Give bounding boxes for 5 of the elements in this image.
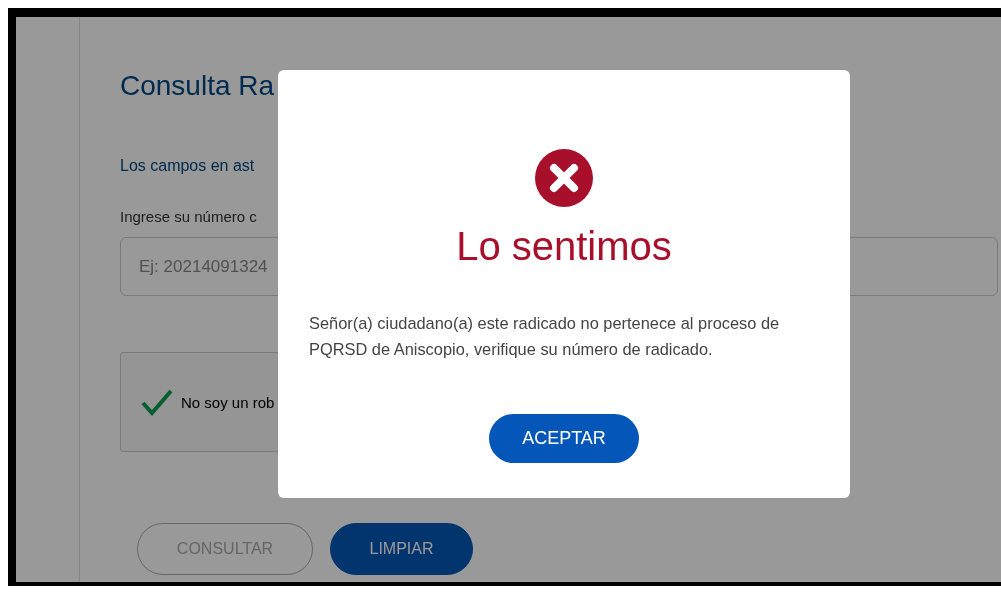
required-fields-note: Los campos en ast <box>120 157 256 175</box>
field-label: Ingrese su número c <box>120 208 258 225</box>
captcha-label: No soy un rob <box>181 393 275 411</box>
dialog-title: Lo sentimos <box>456 223 672 270</box>
page-title: Consulta Ra <box>120 69 276 103</box>
